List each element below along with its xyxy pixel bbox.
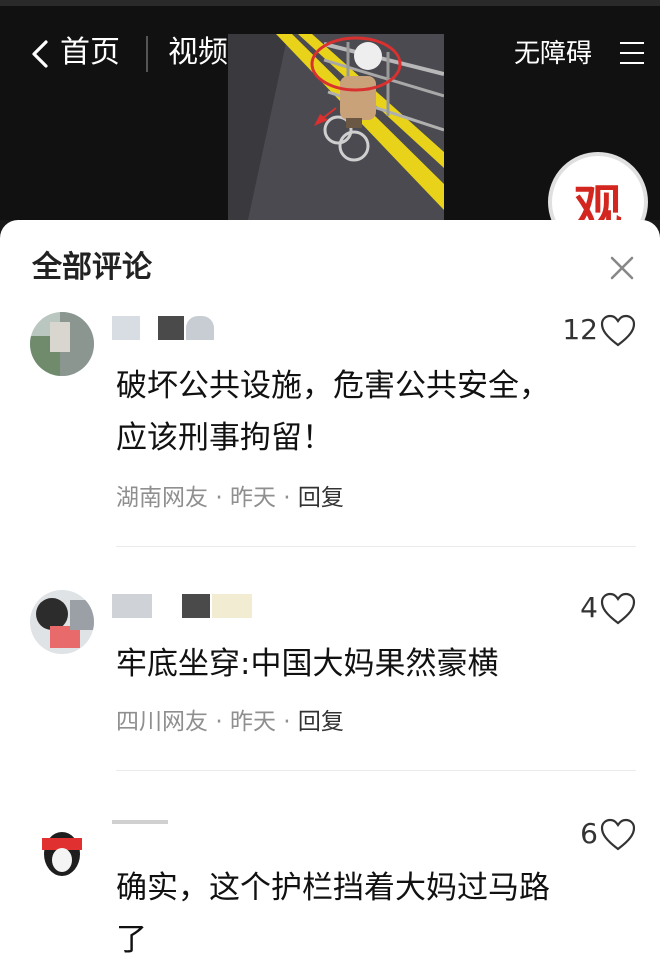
meta-separator: · [283,709,291,735]
avatar[interactable] [30,816,94,880]
like-count: 12 [562,313,598,346]
comment-meta: 湖南网友 · 昨天 · 回复 [116,482,344,514]
avatar[interactable] [30,312,94,376]
comment-text-line: 了 [116,922,147,958]
comment-sheet: 全部评论 12 破坏公共设施，危害公共安全， 应该刑事拘留！ 湖南网友 · 昨天… [0,220,660,964]
comment-text-line: 应该刑事拘留！ [116,420,333,456]
meta-separator: · [283,485,291,511]
comment-divider [116,770,636,771]
avatar[interactable] [30,590,94,654]
username-redacted[interactable] [112,816,222,846]
comment-text-line: 确实，这个护栏挡着大妈过马路 [116,870,550,906]
comment-text-line: 破坏公共设施，危害公共安全， [116,368,550,404]
comment-meta: 四川网友 · 昨天 · 回复 [116,706,344,738]
reply-button[interactable]: 回复 [298,485,344,511]
meta-separator: · [215,709,223,735]
meta-separator: · [215,485,223,511]
nav-video-link[interactable]: 视频 [168,32,228,74]
heart-icon[interactable] [600,592,636,626]
username-redacted[interactable] [112,312,222,342]
menu-icon[interactable] [620,42,644,64]
comment-divider [116,546,636,547]
back-chevron-icon[interactable] [24,34,64,74]
comment-location: 四川网友 [116,709,208,735]
nav-divider [146,36,148,72]
comment-time: 昨天 [229,709,276,735]
heart-icon[interactable] [600,818,636,852]
username-redacted[interactable] [112,590,252,620]
like-count: 4 [580,591,598,624]
nav-home-link[interactable]: 首页 [60,32,120,74]
comment-time: 昨天 [229,485,276,511]
comment-text-line: 牢底坐穿:中国大妈果然豪横 [116,646,499,682]
video-thumbnail[interactable] [228,34,444,220]
heart-icon[interactable] [600,314,636,348]
accessibility-link[interactable]: 无障碍 [514,34,592,74]
status-strip [0,0,660,6]
like-count: 6 [580,817,598,850]
close-icon[interactable] [606,252,638,284]
reply-button[interactable]: 回复 [298,709,344,735]
sheet-title: 全部评论 [32,250,152,285]
comment-location: 湖南网友 [116,485,208,511]
